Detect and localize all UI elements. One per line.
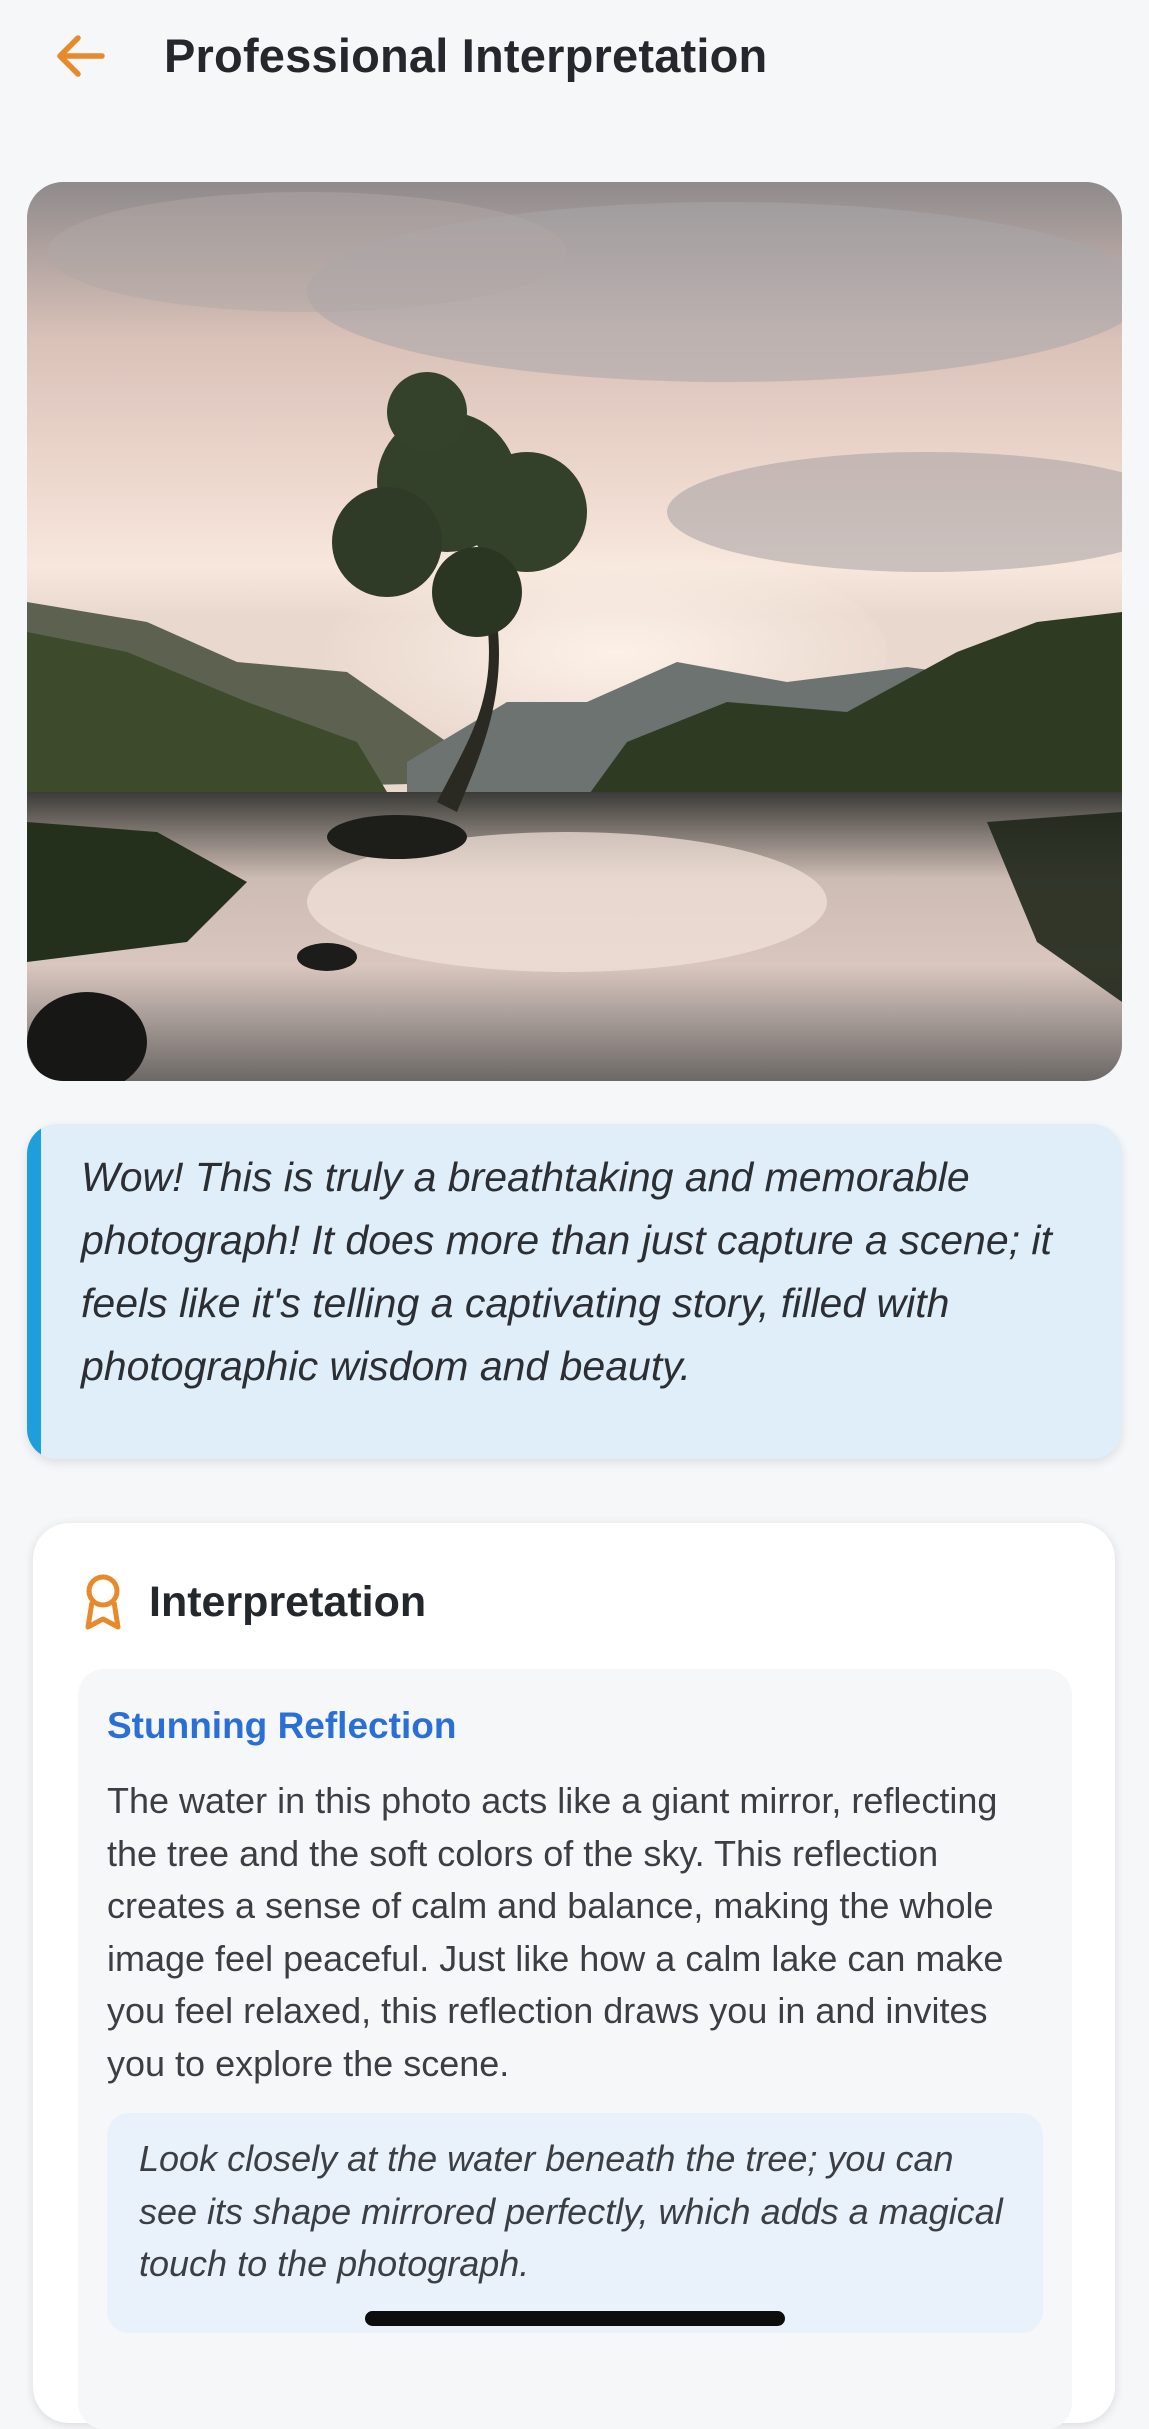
section-body: The water in this photo acts like a gian… [107,1780,1004,2084]
page-title: Professional Interpretation [164,29,768,82]
award-ribbon-icon [85,1574,121,1630]
photo [27,182,1122,1081]
interpretation-card: Interpretation Stunning Reflection The w… [33,1523,1115,2429]
quote-accent-bar [27,1124,41,1459]
app-header: Professional Interpretation [0,0,1149,115]
arrow-left-icon [57,35,105,77]
section-title: Stunning Reflection [107,1705,457,1746]
interpretation-heading: Interpretation [149,1577,427,1626]
section-tip-text: Look closely at the water beneath the tr… [139,2138,1003,2284]
quote-text: Wow! This is truly a breathtaking and me… [81,1154,1052,1389]
home-indicator[interactable] [365,2311,785,2326]
interpretation-header: Interpretation [83,1567,426,1637]
highlight-quote: Wow! This is truly a breathtaking and me… [27,1124,1122,1459]
section-tip: Look closely at the water beneath the tr… [107,2113,1043,2333]
back-button[interactable] [50,26,110,86]
